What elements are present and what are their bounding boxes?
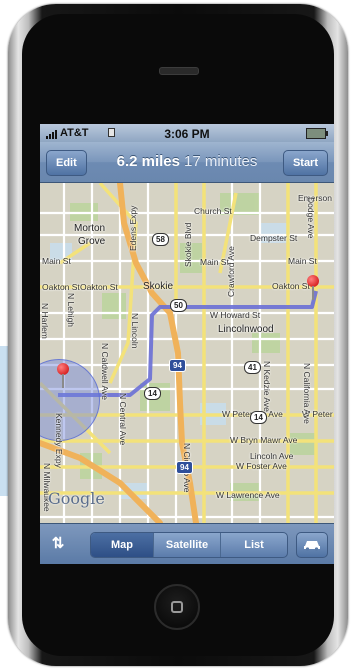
route-14-shield: 14 <box>250 411 267 424</box>
map-label-street: W Lawrence Ave <box>216 490 280 500</box>
map-label-street: W Foster Ave <box>236 461 287 471</box>
status-bar: AT&T 3:06 PM <box>40 124 334 142</box>
battery-icon <box>306 128 328 139</box>
map-label-street: Dempster St <box>250 233 298 243</box>
map-label-street: N California Ave <box>302 363 312 424</box>
bottom-toolbar: ⇅ Map Satellite List <box>40 523 334 564</box>
map-label-town: Grove <box>78 236 106 247</box>
map-label-street: Main St <box>42 256 71 266</box>
map-label-street: Edens Expy <box>128 205 138 251</box>
map-view-button[interactable]: Map <box>91 533 154 557</box>
map-label-street: Lincoln Ave <box>250 451 294 461</box>
map-label-street: Skokie Blvd <box>183 222 193 267</box>
satellite-view-button[interactable]: Satellite <box>154 533 221 557</box>
start-button[interactable]: Start <box>282 150 328 176</box>
map-label-street: Oakton St <box>272 281 310 291</box>
home-button[interactable] <box>154 584 200 630</box>
route-duration: 17 minutes <box>184 153 258 170</box>
map-label-street: N Kedzie Ave <box>262 361 272 412</box>
map-label-town: Lincolnwood <box>218 324 274 335</box>
status-time: 3:06 PM <box>164 127 210 141</box>
map-label-street: Kennedy Expy <box>54 413 64 468</box>
start-pin-icon[interactable] <box>56 363 70 389</box>
map-label-street: N Lehigh <box>66 293 76 328</box>
interstate-94-shield: 94 <box>176 461 193 474</box>
map-label-town: Morton <box>74 223 106 234</box>
route-50-shield: 50 <box>170 299 187 312</box>
map-label-street: W Howard St <box>210 310 261 320</box>
map-label-town: Skokie <box>143 281 174 292</box>
map-label-street: N Harlem <box>40 303 50 339</box>
map-label-street: Oakton St <box>80 282 118 292</box>
google-attribution: Google <box>48 489 105 508</box>
route-58-shield: 58 <box>152 233 169 246</box>
car-icon[interactable] <box>296 532 328 558</box>
route-distance: 6.2 miles <box>116 153 180 170</box>
map-label-street: Church St <box>194 206 232 216</box>
destination-pin-icon[interactable] <box>306 275 320 301</box>
list-view-button[interactable]: List <box>221 533 287 557</box>
route-14-shield: 14 <box>144 387 161 400</box>
map-label-street: Oakton St <box>42 282 80 292</box>
map-label-street: N Central Ave <box>118 393 128 446</box>
map-type-segmented-control: Map Satellite List <box>90 532 288 558</box>
map-label-street: N Lincoln <box>130 313 140 349</box>
map-label-street: Dodge Ave <box>306 197 316 239</box>
map-view[interactable]: Morton Grove Skokie Lincolnwood Church S… <box>40 183 334 523</box>
map-label-street: N Caldwell Ave <box>100 343 110 401</box>
interstate-94-shield: 94 <box>169 359 186 372</box>
route-41-shield: 41 <box>244 361 261 374</box>
map-label-street: W Bryn Mawr Ave <box>230 435 298 445</box>
map-label-street: Main St <box>200 257 229 267</box>
map-label-street: Main St <box>288 256 317 266</box>
car-icon-glyph <box>304 541 320 551</box>
earpiece-speaker <box>159 67 199 75</box>
home-button-icon <box>171 601 183 613</box>
swap-directions-icon[interactable]: ⇅ <box>46 532 70 556</box>
maps-screen: AT&T 3:06 PM Edit 6.2 miles 17 minutes St… <box>40 124 334 564</box>
map-label-street: Crawford Ave <box>226 246 236 297</box>
navigation-bar: Edit 6.2 miles 17 minutes Start <box>40 142 334 183</box>
